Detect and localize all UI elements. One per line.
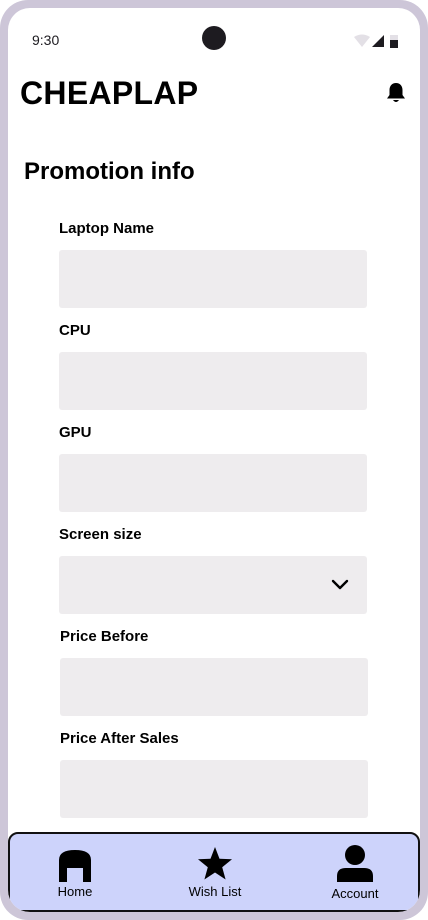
signal-icon (372, 35, 384, 47)
gpu-label: GPU (59, 424, 92, 441)
nav-item-wish-list[interactable]: Wish List (160, 834, 270, 910)
nav-item-account[interactable]: Account (300, 834, 410, 910)
gpu-input[interactable] (59, 454, 367, 512)
price-before-label: Price Before (60, 628, 149, 645)
cpu-label: CPU (59, 322, 91, 339)
laptop-name-label: Laptop Name (59, 220, 155, 237)
nav-label-wish-list: Wish List (188, 884, 242, 899)
app-screen: 9:30 CHEAPLAP Promotion info Laptop Name… (8, 8, 420, 912)
price-after-sales-label: Price After Sales (60, 730, 179, 747)
screen-size-dropdown[interactable] (59, 556, 367, 614)
price-after-sales-input[interactable] (60, 760, 368, 818)
app-logo-title: CHEAPLAP (20, 75, 199, 111)
device-frame: 9:30 CHEAPLAP Promotion info Laptop Name… (0, 0, 428, 920)
screen-size-label: Screen size (59, 526, 142, 543)
home-icon (59, 850, 91, 882)
battery-icon (390, 35, 398, 48)
status-icons (354, 34, 398, 48)
star-icon (198, 847, 232, 880)
price-before-input[interactable] (60, 658, 368, 716)
camera-cutout (202, 26, 226, 50)
nav-item-home[interactable]: Home (20, 834, 130, 910)
account-icon (337, 845, 373, 882)
nav-label-home: Home (57, 884, 93, 899)
notification-bell-icon[interactable] (386, 82, 406, 104)
laptop-name-input[interactable] (59, 250, 367, 308)
bottom-navigation-bar: Home Wish List Account (8, 832, 420, 912)
chevron-down-icon (331, 579, 349, 590)
nav-label-account: Account (331, 886, 379, 901)
status-time: 9:30 (32, 32, 60, 48)
cpu-input[interactable] (59, 352, 367, 410)
page-title: Promotion info (24, 158, 195, 185)
wifi-icon (354, 34, 370, 47)
